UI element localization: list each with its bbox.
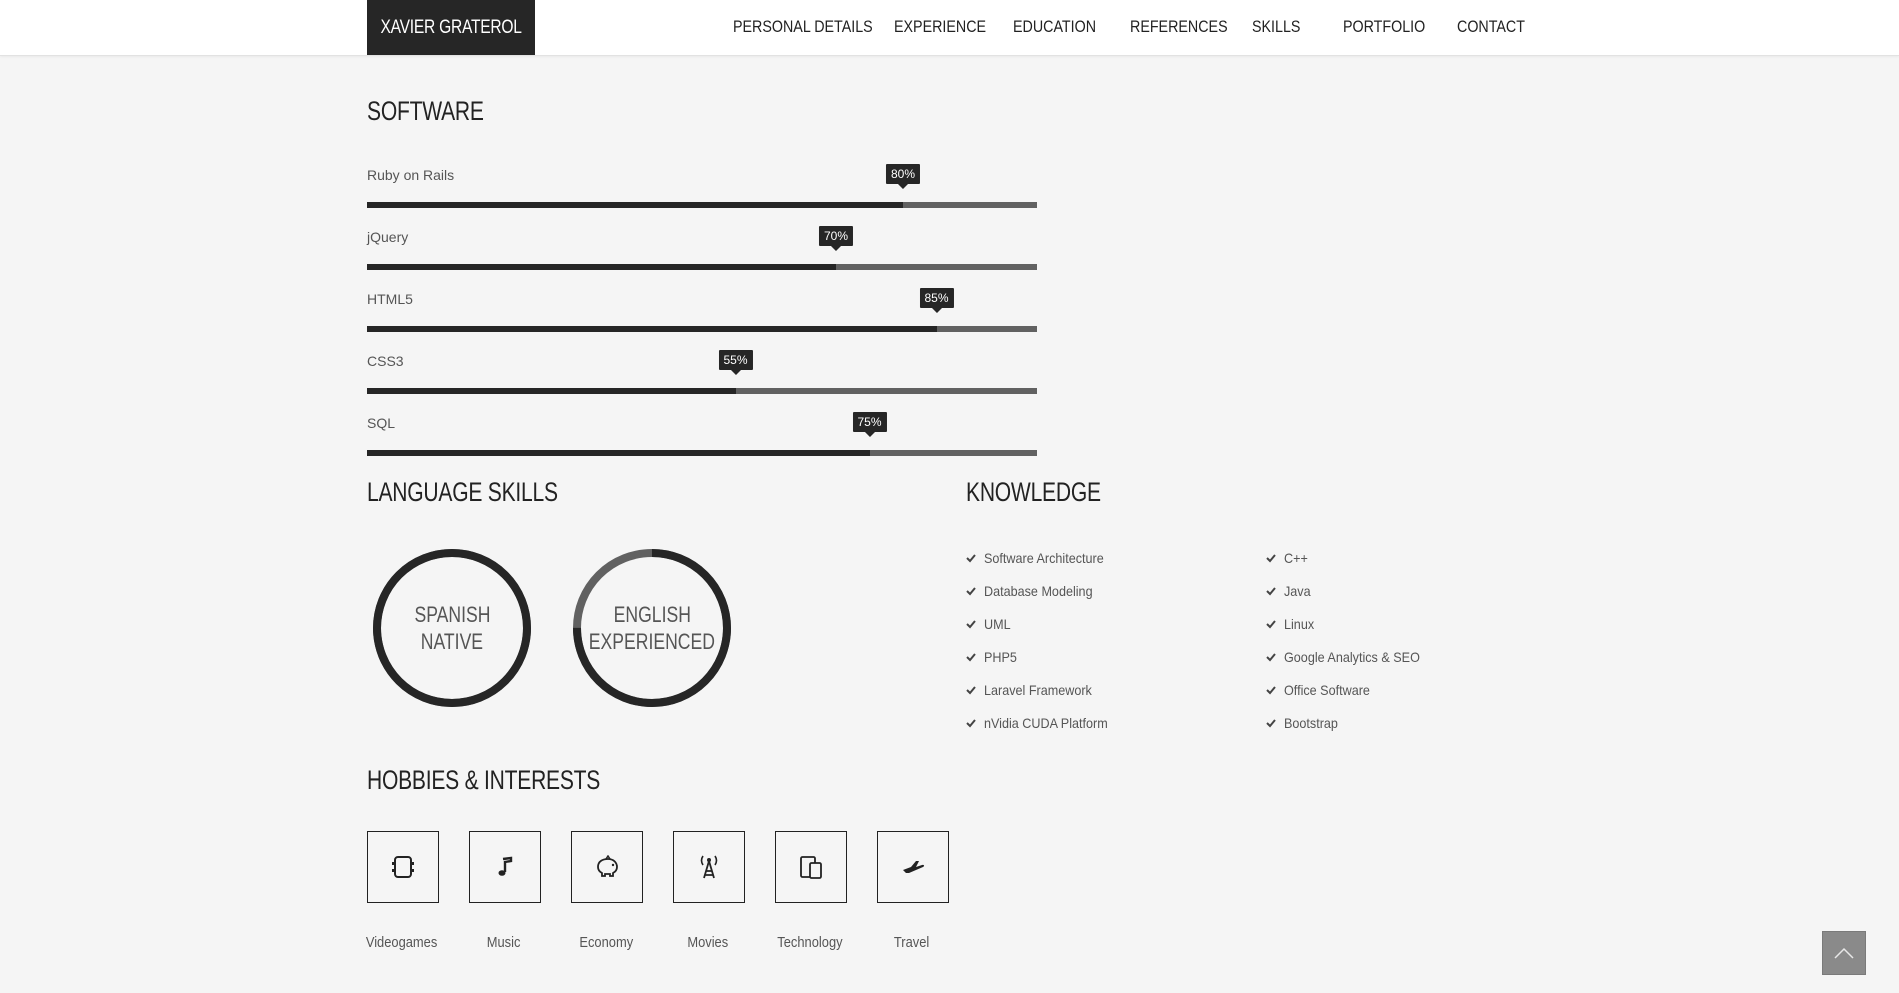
skill-percent-tooltip: 80% — [885, 164, 921, 189]
check-icon — [966, 554, 976, 563]
skill-bar: HTML5 85% — [367, 288, 1037, 341]
hobby-label-technology: Technology — [777, 934, 843, 951]
language-circle-english: ENGLISH EXPERIENCED — [572, 548, 732, 708]
nav-item-contact[interactable]: CONTACT — [1457, 0, 1525, 55]
hobby-label-economy: Economy — [579, 934, 633, 951]
knowledge-item: Java — [1266, 581, 1314, 601]
check-icon — [966, 620, 976, 629]
hobby-label-movies: Movies — [687, 934, 729, 951]
knowledge-item: Linux — [1266, 614, 1317, 634]
nav-item-personal-details[interactable]: PERSONAL DETAILS — [733, 0, 873, 55]
piggy-bank-icon — [571, 831, 643, 903]
check-icon — [1266, 554, 1276, 563]
skill-fill — [367, 450, 870, 456]
skill-fill — [367, 388, 736, 394]
skill-fill — [367, 202, 903, 208]
language-label: ENGLISH EXPERIENCED — [588, 602, 716, 654]
knowledge-item: Office Software — [1266, 680, 1379, 700]
skill-name: HTML5 — [367, 291, 413, 307]
language-label: SPANISH NATIVE — [414, 602, 490, 654]
skill-bar: CSS3 55% — [367, 350, 1037, 403]
gamepad-icon — [367, 831, 439, 903]
hobby-label-videogames: Videogames — [366, 934, 438, 951]
hobby-label-music: Music — [487, 934, 521, 951]
chevron-up-icon — [1834, 947, 1854, 959]
skill-percent-tooltip: 70% — [818, 226, 854, 251]
knowledge-item: Software Architecture — [966, 548, 1117, 568]
brand-logo[interactable]: XAVIER GRATEROL — [367, 0, 535, 55]
antenna-tower-icon — [673, 831, 745, 903]
airplane-icon — [877, 831, 949, 903]
skill-track — [367, 202, 1037, 208]
check-icon — [966, 686, 976, 695]
knowledge-heading: KNOWLEDGE — [966, 477, 1101, 507]
skill-track — [367, 388, 1037, 394]
back-to-top-button[interactable] — [1822, 931, 1866, 975]
check-icon — [1266, 686, 1276, 695]
skill-fill — [367, 264, 836, 270]
software-heading: SOFTWARE — [367, 96, 484, 126]
knowledge-item: Bootstrap — [1266, 713, 1344, 733]
knowledge-item: C++ — [1266, 548, 1310, 568]
top-navbar: XAVIER GRATEROL PERSONAL DETAILS EXPERIE… — [0, 0, 1899, 56]
check-icon — [1266, 653, 1276, 662]
skill-track — [367, 326, 1037, 332]
nav-item-portfolio[interactable]: PORTFOLIO — [1343, 0, 1425, 55]
check-icon — [966, 587, 976, 596]
skill-name: jQuery — [367, 229, 409, 245]
skill-bar: jQuery 70% — [367, 226, 1037, 279]
skill-percent-tooltip: 55% — [718, 350, 753, 375]
skill-name: CSS3 — [367, 353, 404, 369]
skill-name: SQL — [367, 415, 396, 431]
language-circle-spanish: SPANISH NATIVE — [372, 548, 532, 708]
skill-track — [367, 264, 1037, 270]
hobby-label-travel: Travel — [894, 934, 930, 951]
check-icon — [1266, 620, 1276, 629]
nav-item-experience[interactable]: EXPERIENCE — [894, 0, 986, 55]
knowledge-item: PHP5 — [966, 647, 1021, 667]
skill-name: Ruby on Rails — [367, 167, 455, 183]
language-skills-heading: LANGUAGE SKILLS — [367, 477, 558, 507]
knowledge-item: Google Analytics & SEO — [1266, 647, 1435, 667]
check-icon — [966, 653, 976, 662]
knowledge-item: UML — [966, 614, 1014, 634]
check-icon — [1266, 587, 1276, 596]
nav-item-skills[interactable]: SKILLS — [1252, 0, 1300, 55]
skill-percent-tooltip: 75% — [852, 412, 887, 437]
check-icon — [1266, 719, 1276, 728]
nav-item-education[interactable]: EDUCATION — [1013, 0, 1096, 55]
skill-track — [367, 450, 1037, 456]
devices-icon — [775, 831, 847, 903]
skill-bar: SQL 75% — [367, 412, 1037, 465]
music-note-icon — [469, 831, 541, 903]
knowledge-item: Database Modeling — [966, 581, 1105, 601]
skill-bar: Ruby on Rails 80% — [367, 164, 1037, 217]
knowledge-item: nVidia CUDA Platform — [966, 713, 1121, 733]
skill-percent-tooltip: 85% — [919, 288, 954, 313]
nav-item-references[interactable]: REFERENCES — [1130, 0, 1228, 55]
hobbies-heading: HOBBIES & INTERESTS — [367, 765, 601, 795]
check-icon — [966, 719, 976, 728]
knowledge-item: Laravel Framework — [966, 680, 1104, 700]
skill-fill — [367, 326, 937, 332]
